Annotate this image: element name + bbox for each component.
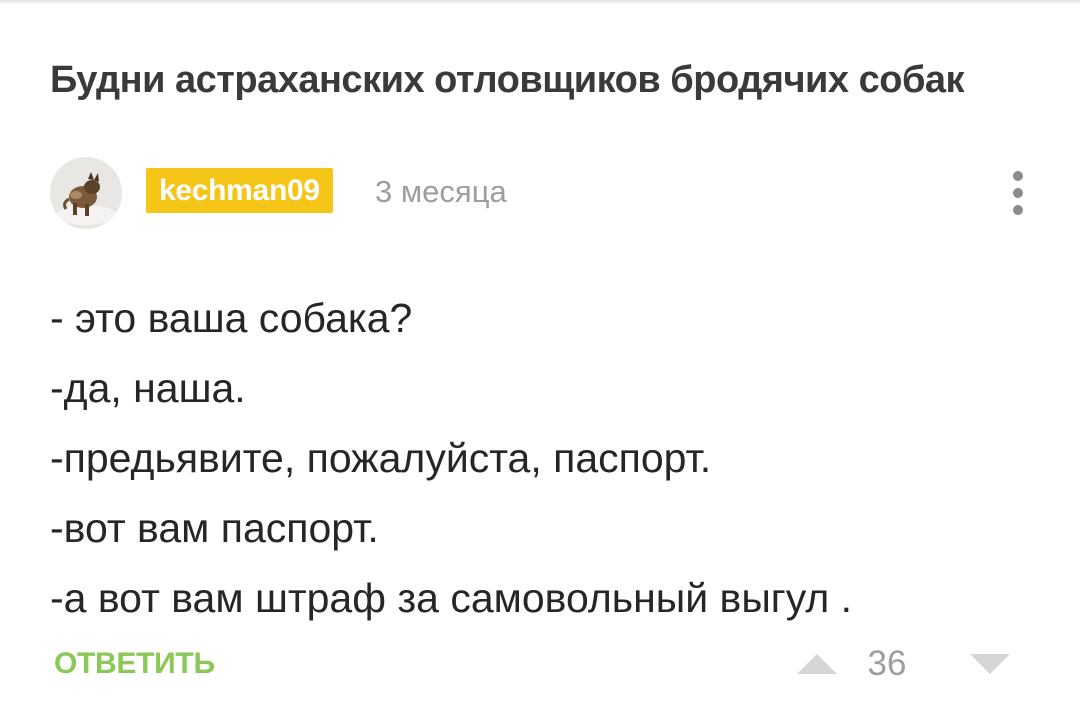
downvote-button[interactable]	[968, 650, 1012, 678]
reply-button[interactable]: ОТВЕТИТЬ	[54, 644, 215, 684]
comment-timestamp: 3 месяца	[375, 174, 507, 209]
comment-line: -предьявите, пожалуйста, паспорт.	[50, 435, 712, 481]
comment-line: - это ваша собака?	[50, 295, 413, 341]
menu-dot	[1013, 188, 1023, 198]
comment-header: kechman09 3 месяца	[50, 155, 1040, 231]
triangle-up-icon	[797, 654, 837, 674]
upvote-button[interactable]	[795, 650, 839, 678]
comment-body: - это ваша собака? -да, наша. -предьявит…	[50, 283, 1050, 633]
comment-line: -а вот вам штраф за самовольный выгул .	[50, 575, 853, 621]
post-title[interactable]: Будни астраханских отловщиков бродячих с…	[50, 58, 1050, 102]
menu-dot	[1013, 205, 1023, 215]
comment-line: -вот вам паспорт.	[50, 505, 379, 551]
comment-rating: 36	[867, 644, 907, 683]
dog-photo-avatar	[50, 157, 122, 229]
comment-author-badge[interactable]: kechman09	[146, 168, 333, 213]
user-avatar[interactable]	[50, 157, 122, 229]
menu-dot	[1013, 171, 1023, 181]
top-divider	[0, 0, 1080, 5]
triangle-down-icon	[970, 654, 1010, 674]
more-vertical-icon[interactable]	[1008, 163, 1028, 223]
comment-line: -да, наша.	[50, 365, 246, 411]
